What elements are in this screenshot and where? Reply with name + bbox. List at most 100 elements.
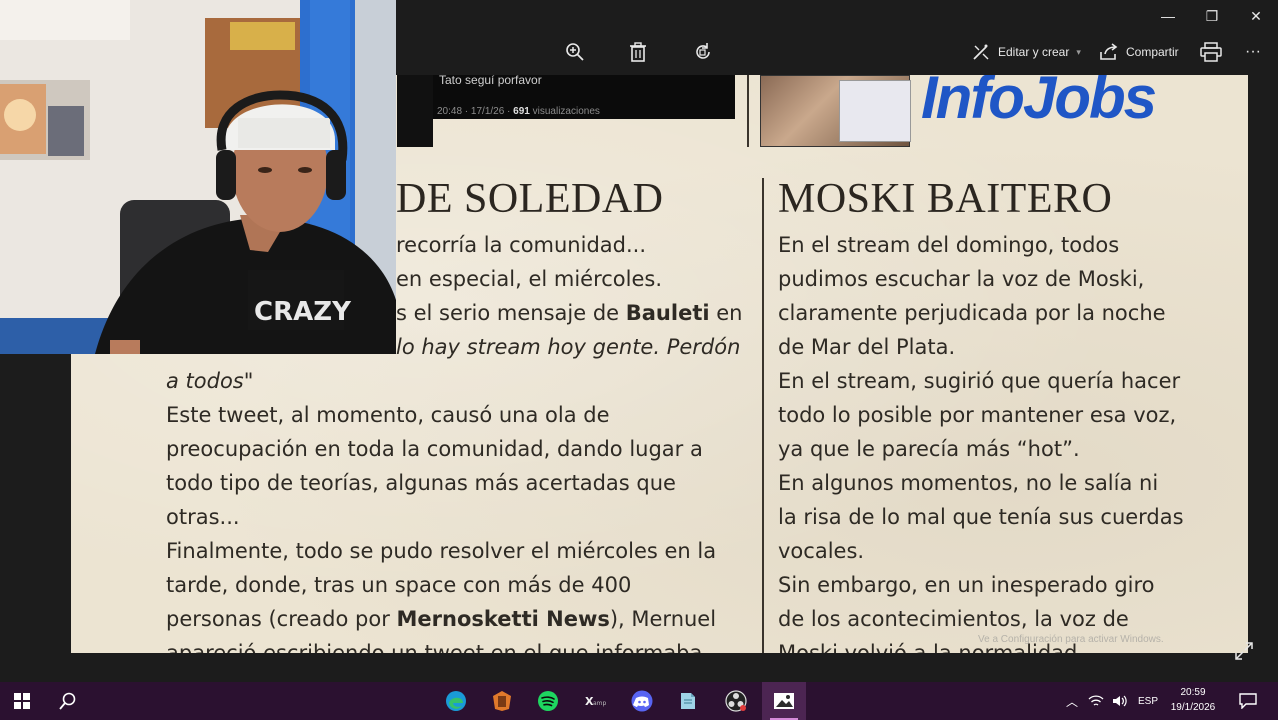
article-text: en xyxy=(709,301,743,325)
article-line: Finalmente, todo se pudo resolver el mié… xyxy=(166,534,743,568)
article-line: En el stream, sugirió que quería hacer xyxy=(778,369,1181,393)
more-label: ··· xyxy=(1245,43,1261,60)
article-line: preocupación en toda la comunidad, dando… xyxy=(166,432,743,466)
photo-thumbnail xyxy=(760,75,911,147)
search-icon[interactable] xyxy=(48,682,88,720)
share-label: Compartir xyxy=(1126,45,1179,59)
rotate-icon[interactable] xyxy=(689,38,717,66)
article-line: pudimos escuchar la voz de Moski, xyxy=(778,267,1145,291)
volume-icon[interactable] xyxy=(1112,694,1128,708)
close-button[interactable]: ✕ xyxy=(1234,0,1278,32)
svg-text:amp: amp xyxy=(593,700,607,707)
obs-icon[interactable] xyxy=(716,682,756,720)
system-tray: ︿ ESP xyxy=(1066,682,1158,720)
screen-thumbnail xyxy=(839,80,911,142)
chevron-up-icon[interactable]: ︿ xyxy=(1066,693,1078,710)
article-line: apareció escribiendo un tweet en el que … xyxy=(166,636,743,653)
article-line: En algunos momentos, no le salía ni xyxy=(778,471,1159,495)
edge-icon[interactable] xyxy=(436,682,476,720)
article-line: ya que le parecía más “hot”. xyxy=(778,437,1080,461)
activation-watermark: Ve a Configuración para activar Windows. xyxy=(978,634,1164,645)
column-divider-top xyxy=(747,75,749,147)
article-line: Sin embargo, en un inesperado giro xyxy=(778,573,1155,597)
share-button[interactable]: Compartir xyxy=(1099,38,1179,66)
minimize-button[interactable]: — xyxy=(1146,0,1190,32)
tweet-screenshot: Tato seguí porfavor 20:48 · 17/1/26 · 69… xyxy=(433,75,735,119)
notifications-icon[interactable] xyxy=(1228,682,1268,720)
article-text: tarde, donde, tras un space con más de 4… xyxy=(166,573,632,597)
article-line: vocales. xyxy=(778,539,865,563)
article-text: lo hay stream hoy gente. Perdón xyxy=(396,335,741,359)
article-line: de los acontecimientos, la voz de xyxy=(778,607,1129,631)
article-text: personas (creado por xyxy=(166,607,397,631)
article-line: la risa de lo mal que tenía sus cuerdas xyxy=(778,505,1184,529)
tweet-views-label: visualizaciones xyxy=(529,106,600,117)
article-line: lo hay stream hoy gente. Perdón xyxy=(396,330,744,364)
shirt-print: CRAZY xyxy=(254,297,352,327)
article-line: personas (creado por Mernosketti News), … xyxy=(166,602,743,636)
delete-icon[interactable] xyxy=(624,38,652,66)
article-line: Este tweet, al momento, causó una ola de xyxy=(166,398,743,432)
article-line: a todos" xyxy=(166,364,743,398)
clock-time: 20:59 xyxy=(1180,687,1206,698)
print-icon[interactable] xyxy=(1197,38,1225,66)
article-text: otras... xyxy=(166,505,240,529)
files-icon[interactable] xyxy=(482,682,522,720)
article-line: en especial, el miércoles. xyxy=(396,262,744,296)
article-text: apareció escribiendo un tweet en el que … xyxy=(166,641,703,653)
language-indicator[interactable]: ESP xyxy=(1138,696,1158,707)
photos-icon[interactable] xyxy=(762,682,806,720)
edit-create-button[interactable]: Editar y crear ▾ xyxy=(971,38,1081,66)
xampp-icon[interactable]: Xamp xyxy=(576,682,616,720)
spotify-icon[interactable] xyxy=(528,682,568,720)
article-text: ), Mernuel xyxy=(609,607,717,631)
article-text: recorría la comunidad... xyxy=(396,233,647,257)
tweet-views-count: 691 xyxy=(513,106,530,117)
chevron-down-icon: ▾ xyxy=(1076,46,1081,57)
infojobs-logo: InfoJobs xyxy=(921,75,1157,131)
photos-app-window: — ❐ ✕ Editar y crear ▾ Compartir ··· Tat… xyxy=(0,0,1278,720)
edit-icon xyxy=(973,44,989,60)
article-text: Finalmente, todo se pudo resolver el mié… xyxy=(166,539,717,563)
article-line: tarde, donde, tras un space con más de 4… xyxy=(166,568,743,602)
right-column-body: En el stream del domingo, todos pudimos e… xyxy=(778,228,1195,653)
webcam-overlay: CRAZY xyxy=(0,0,396,354)
article-line: recorría la comunidad... xyxy=(396,228,744,262)
article-line: s el serio mensaje de Bauleti en xyxy=(396,296,744,330)
left-headline: DE SOLEDAD xyxy=(396,176,664,222)
left-column-body: a todos" Este tweet, al momento, causó un… xyxy=(166,364,743,653)
fullscreen-icon[interactable] xyxy=(1233,640,1255,662)
article-line: claramente perjudicada por la noche xyxy=(778,301,1166,325)
tweet-image-edge xyxy=(397,75,433,147)
windows-start-icon[interactable] xyxy=(2,682,42,720)
clock-date: 19/1/2026 xyxy=(1170,702,1216,713)
article-line: En el stream del domingo, todos xyxy=(778,233,1120,257)
article-line: todo lo posible por mantener esa voz, xyxy=(778,403,1177,427)
network-icon[interactable] xyxy=(1088,694,1104,708)
column-divider xyxy=(762,178,764,653)
right-headline: MOSKI BAITERO xyxy=(778,176,1113,222)
edit-create-label: Editar y crear xyxy=(998,45,1070,59)
article-text: preocupación en toda la comunidad, dando… xyxy=(166,437,703,461)
more-icon[interactable]: ··· xyxy=(1245,38,1261,66)
article-text: Mernosketti News xyxy=(396,607,610,631)
article-line: otras... xyxy=(166,500,743,534)
article-text: todo tipo de teorías, algunas más acerta… xyxy=(166,471,676,495)
article-text: Bauleti xyxy=(625,301,710,325)
tweet-time: 20:48 · 17/1/26 · xyxy=(437,106,514,117)
left-column-upper: recorría la comunidad... en especial, el … xyxy=(396,228,744,364)
article-line: de Mar del Plata. xyxy=(778,335,956,359)
zoom-in-icon[interactable] xyxy=(561,38,589,66)
tweet-text: Tato seguí porfavor xyxy=(439,75,542,87)
article-text: s el serio mensaje de xyxy=(396,301,626,325)
notes-icon[interactable] xyxy=(668,682,708,720)
article-text: Este tweet, al momento, causó una ola de xyxy=(166,403,610,427)
article-line: todo tipo de teorías, algunas más acerta… xyxy=(166,466,743,500)
clock[interactable]: 20:59 19/1/2026 xyxy=(1164,685,1222,715)
maximize-button[interactable]: ❐ xyxy=(1190,0,1234,32)
share-icon xyxy=(1100,43,1118,60)
discord-icon[interactable] xyxy=(622,682,662,720)
article-text: a todos" xyxy=(166,369,254,393)
article-text: en especial, el miércoles. xyxy=(396,267,663,291)
tweet-meta: 20:48 · 17/1/26 · 691 visualizaciones xyxy=(437,106,600,117)
